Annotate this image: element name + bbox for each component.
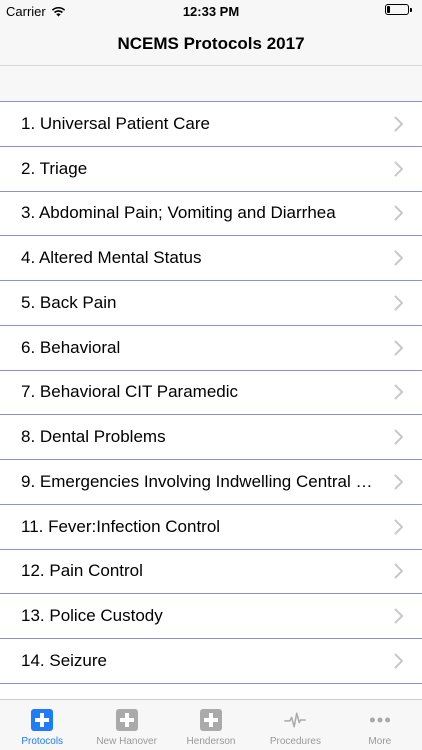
chevron-right-icon [394,250,403,266]
protocol-row[interactable]: 12. Pain Control [0,550,422,595]
tab-bar: Protocols New Hanover Henderson Procedures M… [0,699,422,750]
protocol-label: 9. Emergencies Involving Indwelling Cent… [21,471,394,491]
chevron-right-icon [394,295,403,311]
tab-more[interactable]: More [338,700,422,750]
protocol-row[interactable]: 5. Back Pain [0,281,422,326]
tab-label: Protocols [21,736,64,747]
protocol-row[interactable]: 7. Behavioral CIT Paramedic [0,371,422,416]
chevron-right-icon [394,519,403,535]
protocol-label: 14. Seizure [21,650,107,670]
chevron-right-icon [394,474,403,490]
plus-box-icon [200,709,223,731]
protocol-row[interactable]: 3. Abdominal Pain; Vomiting and Diarrhea [0,192,422,237]
tab-label: Henderson [186,736,236,747]
battery-indicator [385,4,412,15]
chevron-right-icon [394,653,403,669]
chevron-right-icon [394,608,403,624]
tab-new-hanover[interactable]: New Hanover [84,700,168,750]
chevron-right-icon [394,116,403,132]
chevron-right-icon [394,205,403,221]
protocol-row[interactable]: 14. Seizure [0,639,422,684]
chevron-right-icon [394,429,403,445]
battery-fill [387,6,390,13]
tab-procedures[interactable]: Procedures [253,700,337,750]
tab-label: More [368,736,392,747]
protocol-row[interactable]: 4. Altered Mental Status [0,236,422,281]
tab-protocols[interactable]: Protocols [0,700,84,750]
status-time: 12:33 PM [182,4,240,19]
protocol-row[interactable]: 8. Dental Problems [0,415,422,460]
protocol-label: 12. Pain Control [21,561,143,581]
protocol-label: 8. Dental Problems [21,427,166,447]
chevron-right-icon [394,563,403,579]
protocol-row[interactable]: 13. Police Custody [0,594,422,639]
protocol-label: 7. Behavioral CIT Paramedic [21,382,239,402]
protocol-label: 1. Universal Patient Care [21,113,210,133]
more-dots-icon [369,709,391,731]
protocol-label: 2. Triage [21,158,88,178]
tab-henderson[interactable]: Henderson [169,700,253,750]
chevron-right-icon [394,340,403,356]
protocol-label: 3. Abdominal Pain; Vomiting and Diarrhea [21,203,336,223]
heartbeat-icon [284,709,307,731]
protocol-label: 6. Behavioral [21,337,121,357]
protocol-row[interactable]: 1. Universal Patient Care [0,102,422,147]
status-bar: Carrier 12:33 PM [0,0,422,22]
page-title: NCEMS Protocols 2017 [117,33,305,53]
tab-label: Procedures [269,736,321,747]
chevron-right-icon [394,161,403,177]
protocol-label: 13. Police Custody [21,606,163,626]
protocol-list[interactable]: 1. Universal Patient Care 2. Triage 3. Abd… [0,101,422,699]
battery-icon [385,4,409,15]
chevron-right-icon [394,384,403,400]
protocol-row[interactable]: 11. Fever:Infection Control [0,505,422,550]
navigation-bar: NCEMS Protocols 2017 [0,22,422,66]
plus-box-icon [115,709,138,731]
protocol-label: 5. Back Pain [21,292,117,312]
protocol-row[interactable]: 6. Behavioral [0,326,422,371]
protocol-label: 11. Fever:Infection Control [21,516,221,536]
protocol-row[interactable]: 2. Triage [0,147,422,192]
protocol-row[interactable]: 9. Emergencies Involving Indwelling Cent… [0,460,422,505]
battery-cap [410,7,412,12]
tab-label: New Hanover [96,736,157,747]
protocol-label: 4. Altered Mental Status [21,248,202,268]
plus-box-icon [31,709,54,731]
